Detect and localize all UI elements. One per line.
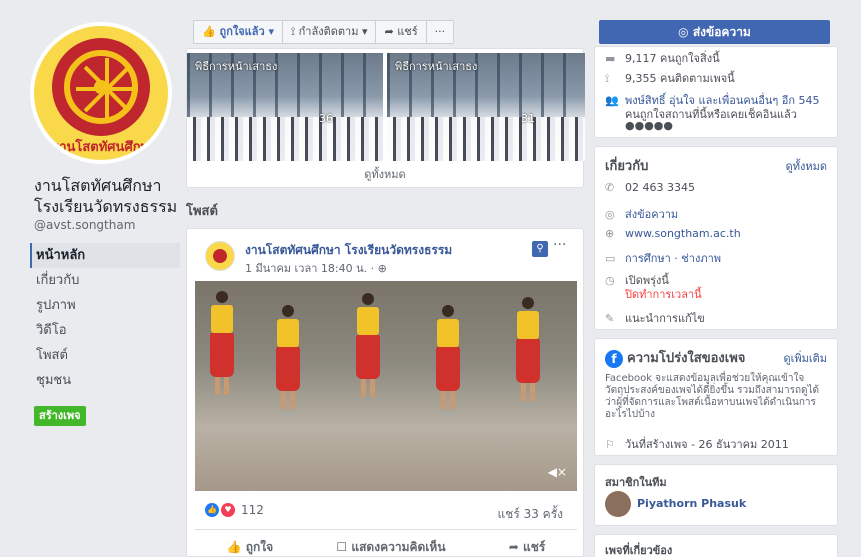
thumbs-up-icon: 👍 (202, 25, 216, 38)
share-icon: ➦ (508, 540, 519, 554)
category-icon: ▭ (605, 252, 616, 265)
phone-icon: ✆ (605, 181, 615, 194)
post-author-avatar[interactable] (205, 241, 235, 271)
pencil-icon: ✎ (605, 312, 615, 325)
nav-item-community[interactable]: ชุมชน (30, 368, 180, 393)
related-pages-card: เพจที่เกี่ยวข้อง (594, 534, 838, 557)
share-count[interactable]: แชร์ 33 ครั้ง (497, 505, 563, 524)
closed-status: ปิดทำการเวลานี้ (625, 288, 702, 301)
team-members-card: สมาชิกในทีม Piyathorn Phasuk (594, 464, 838, 526)
messenger-icon: ◎ (678, 25, 689, 39)
about-see-all-link[interactable]: ดูทั้งหมด (786, 157, 827, 175)
post-action-row: 👍 ถูกใจ ☐ แสดงความคิดเห็น ➦ แชร์ (195, 529, 577, 557)
messenger-icon: ◎ (605, 208, 615, 221)
post-author-name[interactable]: งานโสตทัศนศึกษา โรงเรียนวัดทรงธรรม (245, 241, 452, 260)
dharma-wheel-icon (64, 50, 138, 124)
comment-icon: ☐ (336, 540, 348, 554)
share-icon: ➦ (384, 25, 394, 38)
facebook-icon: f (605, 349, 623, 368)
transparency-description: Facebook จะแสดงข้อมูลเพื่อช่วยให้คุณเข้า… (605, 373, 820, 420)
message-row[interactable]: ◎ ส่งข้อความ (605, 205, 678, 223)
likes-row: ▬ 9,117 คนถูกใจสิ่งนี้ (605, 52, 720, 65)
people-icon: 👥 (605, 94, 619, 107)
page-title-line2: โรงเรียนวัดทรงธรรม (34, 197, 178, 216)
share-action-button[interactable]: ➦ แชร์ (509, 538, 546, 557)
category-row[interactable]: ▭ การศึกษา · ช่างภาพ (605, 249, 721, 267)
reaction-summary[interactable]: 👍 ♥ 112 (205, 503, 264, 517)
nav-item-photos[interactable]: รูปภาพ (30, 293, 180, 318)
transparency-more-link[interactable]: ดูเพิ่มเติม (783, 349, 827, 367)
flag-icon: ⚐ (605, 438, 615, 451)
reaction-count: 112 (241, 503, 264, 517)
website-row[interactable]: ⊕ www.songtham.ac.th (605, 227, 741, 240)
about-card: เกี่ยวกับ ดูทั้งหมด ✆ 02 463 3345 ◎ ส่งข้อ… (594, 146, 838, 330)
transparency-title: f ความโปร่งใสของเพจ (605, 347, 745, 368)
like-reaction-icon: 👍 (205, 503, 219, 517)
pin-icon[interactable]: ⚲ (532, 241, 548, 257)
photo-thumbnail[interactable]: พิธีการหน้าเสาธง 36 (187, 53, 383, 161)
rss-icon: ⟟ (605, 72, 610, 85)
nav-item-videos[interactable]: วิดีโอ (30, 318, 180, 343)
page-title: งานโสตทัศนศึกษา โรงเรียนวัดทรงธรรม (34, 175, 184, 217)
avatar-ring (52, 38, 150, 136)
photos-card: พิธีการหน้าเสาธง 36 พิธีการหน้าเสาธง 31 … (186, 48, 585, 188)
love-reaction-icon: ♥ (221, 503, 235, 517)
photo-caption: พิธีการหน้าเสาธง (395, 60, 478, 73)
nav-item-about[interactable]: เกี่ยวกับ (30, 268, 180, 293)
rss-icon: ⟟ (291, 25, 296, 38)
send-message-button[interactable]: ◎ ส่งข้อความ (599, 20, 830, 44)
like-action-button[interactable]: 👍 ถูกใจ (227, 538, 274, 557)
post-options-icon[interactable]: ··· (553, 237, 566, 253)
posts-heading: โพสต์ (186, 204, 218, 219)
members-title: สมาชิกในทีม (605, 476, 667, 489)
clock-icon: ◷ (605, 274, 615, 287)
like-icon: ▬ (605, 52, 616, 65)
post-card: งานโสตทัศนศึกษา โรงเรียนวัดทรงธรรม 1 มีน… (186, 228, 584, 557)
nav-item-posts[interactable]: โพสต์ (30, 343, 180, 368)
photo-thumbnail[interactable]: พิธีการหน้าเสาธง 31 (387, 53, 585, 161)
more-button[interactable]: ··· (427, 21, 454, 43)
liked-button[interactable]: 👍 ถูกใจแล้ว ▾ (194, 21, 284, 43)
following-button[interactable]: ⟟ กำลังติดตาม ▾ (283, 21, 377, 43)
related-title: เพจที่เกี่ยวข้อง (605, 544, 673, 557)
post-video[interactable]: ◀× (195, 281, 577, 491)
transparency-card: f ความโปร่งใสของเพจ ดูเพิ่มเติม Facebook … (594, 338, 838, 456)
created-row: ⚐ วันที่สร้างเพจ - 26 ธันวาคม 2011 (605, 438, 789, 451)
globe-icon: ⊕ (377, 262, 387, 275)
photos-see-all-link[interactable]: ดูทั้งหมด (187, 165, 583, 183)
right-gutter (840, 0, 861, 557)
page-action-bar: 👍 ถูกใจแล้ว ▾ ⟟ กำลังติดตาม ▾ ➦ แชร์ ··· (193, 20, 455, 44)
nav-item-home[interactable]: หน้าหลัก (30, 243, 180, 268)
share-button[interactable]: ➦ แชร์ (376, 21, 427, 43)
page-avatar[interactable]: งานโสตทัศนศึกษ (30, 22, 172, 164)
phone-row[interactable]: ✆ 02 463 3345 (605, 181, 695, 194)
photo-count: 31 (521, 112, 535, 125)
suggest-edit-row[interactable]: ✎ แนะนำการแก้ไข (605, 309, 705, 327)
community-card: ▬ 9,117 คนถูกใจสิ่งนี้ ⟟ 9,355 คนติดตามเพจ… (594, 46, 838, 138)
globe-icon: ⊕ (605, 227, 615, 240)
page-title-line1: งานโสตทัศนศึกษา (34, 176, 162, 195)
post-timestamp[interactable]: 1 มีนาคม เวลา 18:40 น. · ⊕ (245, 259, 387, 277)
photo-count: 36 (319, 112, 333, 125)
create-page-button[interactable]: สร้างเพจ (34, 406, 86, 426)
friend-avatars[interactable]: ●●●●● (625, 119, 673, 132)
comment-action-button[interactable]: ☐ แสดงความคิดเห็น (336, 538, 445, 557)
page-nav: หน้าหลัก เกี่ยวกับ รูปภาพ วิดีโอ โพสต์ ช… (30, 243, 180, 393)
avatar-caption: งานโสตทัศนศึกษ (52, 140, 150, 155)
member-name[interactable]: Piyathorn Phasuk (637, 497, 746, 510)
member-avatar[interactable] (605, 491, 631, 517)
about-title: เกี่ยวกับ (605, 159, 649, 174)
followers-row: ⟟ 9,355 คนติดตามเพจนี้ (605, 72, 735, 85)
mute-icon[interactable]: ◀× (548, 465, 567, 479)
page-handle[interactable]: @avst.songtham (34, 218, 135, 232)
photo-caption: พิธีการหน้าเสาธง (195, 60, 278, 73)
thumbs-up-icon: 👍 (226, 540, 242, 554)
